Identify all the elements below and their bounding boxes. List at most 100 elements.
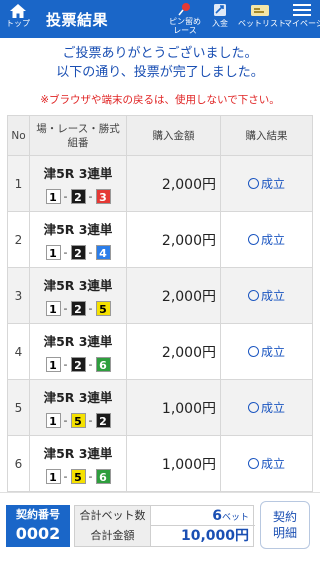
combination: 1-2-3 (45, 188, 111, 204)
bet-list-label: ベットリスト (238, 19, 286, 28)
purchase-result: 成立 (220, 267, 313, 324)
table-row: 4 津5R 3連単 1-2-6 2,000円 成立 (7, 323, 313, 380)
boat-number-badge: 6 (95, 468, 111, 484)
table-row: 1 津5R 3連単 1-2-3 2,000円 成立 (7, 155, 313, 212)
success-circle-icon (247, 458, 259, 469)
boat-number-badge: 1 (45, 300, 61, 316)
bet-result-table: No 場・レース・勝式 組番 購入金額 購入結果 1 津5R 3連単 1-2-3 2,… (7, 115, 313, 492)
home-button[interactable]: トップ (4, 2, 32, 36)
detail-label-2: 明細 (272, 526, 297, 540)
purchase-amount: 2,000円 (126, 155, 221, 212)
row-number: 5 (7, 379, 30, 436)
purchase-amount: 1,000円 (126, 379, 221, 436)
combo-separator: - (63, 301, 68, 315)
total-amount-label: 合計金額 (75, 526, 151, 546)
pin-race-button[interactable]: ピン留め レース (168, 2, 202, 38)
complete-message: 以下の通り、投票が完了しました。 (56, 65, 264, 80)
success-circle-icon (247, 234, 259, 245)
success-circle-icon (247, 178, 259, 189)
purchase-result: 成立 (220, 155, 313, 212)
purchase-amount: 1,000円 (126, 435, 221, 492)
bet-cell: 津5R 3連単 1-2-4 (29, 211, 127, 268)
boat-number-badge: 2 (95, 412, 111, 428)
combo-separator: - (63, 357, 68, 371)
pin-label-1: ピン留め (169, 17, 201, 26)
boat-number-badge: 3 (95, 188, 111, 204)
col-result: 購入結果 (220, 115, 313, 156)
boat-number-badge: 2 (70, 244, 86, 260)
boat-number-badge: 5 (95, 300, 111, 316)
warning-message: ※ブラウザや端末の戻るは、使用しないで下さい。 (40, 94, 280, 106)
boat-number-badge: 2 (70, 356, 86, 372)
bet-cell: 津5R 3連単 1-5-2 (29, 379, 127, 436)
race-name: 津5R 3連単 (43, 165, 113, 181)
home-icon (10, 4, 26, 18)
combo-separator: - (63, 413, 68, 427)
result-text: 成立 (260, 345, 285, 359)
combination: 1-2-5 (45, 300, 111, 316)
bet-list-button[interactable]: ベットリスト (238, 2, 286, 38)
race-name: 津5R 3連単 (43, 333, 113, 349)
combo-separator: - (88, 245, 93, 259)
table-row: 6 津5R 3連単 1-5-6 1,000円 成立 (7, 435, 313, 492)
combo-separator: - (88, 189, 93, 203)
boat-number-badge: 5 (70, 468, 86, 484)
page-title: 投票結果 (46, 11, 109, 29)
row-number: 3 (7, 267, 30, 324)
table-body: 1 津5R 3連単 1-2-3 2,000円 成立 2 津5R 3連単 1-2-4 2,000円… (7, 155, 313, 492)
combination: 1-2-6 (45, 356, 111, 372)
purchase-result: 成立 (220, 211, 313, 268)
combo-separator: - (63, 189, 68, 203)
result-text: 成立 (260, 177, 285, 191)
boat-number-badge: 1 (45, 356, 61, 372)
row-number: 4 (7, 323, 30, 380)
total-amount-value: 10,000円 (180, 528, 249, 544)
menu-icon (293, 4, 311, 16)
bet-cell: 津5R 3連単 1-2-5 (29, 267, 127, 324)
combo-separator: - (88, 413, 93, 427)
summary-box: 合計ベット数 6ベット 合計金額 10,000円 (74, 505, 255, 547)
boat-number-badge: 1 (45, 412, 61, 428)
bet-cell: 津5R 3連単 1-2-6 (29, 323, 127, 380)
contract-detail-button[interactable]: 契約 明細 (260, 501, 310, 549)
mypage-button[interactable]: マイページ (284, 2, 320, 38)
combo-separator: - (63, 469, 68, 483)
combo-separator: - (88, 301, 93, 315)
purchase-amount: 2,000円 (126, 211, 221, 268)
table-header-row: No 場・レース・勝式 組番 購入金額 購入結果 (7, 115, 313, 156)
row-number: 6 (7, 435, 30, 492)
table-row: 5 津5R 3連単 1-5-2 1,000円 成立 (7, 379, 313, 436)
boat-number-badge: 1 (45, 188, 61, 204)
table-row: 2 津5R 3連単 1-2-4 2,000円 成立 (7, 211, 313, 268)
total-bets-value: 6ベット (212, 506, 249, 526)
boat-number-badge: 1 (45, 244, 61, 260)
success-circle-icon (247, 290, 259, 301)
total-bets-count: 6 (212, 508, 222, 524)
ticket-icon (251, 5, 269, 16)
col-no: No (7, 115, 30, 156)
race-name: 津5R 3連単 (43, 221, 113, 237)
total-bets-unit: ベット (221, 513, 249, 523)
contract-label: 契約番号 (16, 508, 60, 521)
boat-number-badge: 2 (70, 300, 86, 316)
result-text: 成立 (260, 289, 285, 303)
home-label: トップ (6, 19, 30, 28)
pin-label-2: レース (173, 26, 197, 35)
col-combo-label: 組番 (67, 136, 89, 149)
combination: 1-5-2 (45, 412, 111, 428)
boat-number-badge: 4 (95, 244, 111, 260)
purchase-result: 成立 (220, 435, 313, 492)
boat-number-badge: 1 (45, 468, 61, 484)
success-circle-icon (247, 402, 259, 413)
summary-footer: 契約番号 0002 合計ベット数 6ベット 合計金額 10,000円 契約 明細 (0, 492, 320, 571)
boat-number-badge: 6 (95, 356, 111, 372)
deposit-button[interactable]: 入金 (208, 2, 232, 38)
race-name: 津5R 3連単 (43, 445, 113, 461)
deposit-label: 入金 (212, 19, 228, 28)
result-text: 成立 (260, 233, 285, 247)
total-amount-row: 合計金額 10,000円 (75, 526, 255, 546)
thanks-message: ご投票ありがとうございました。 (62, 46, 258, 61)
purchase-amount: 2,000円 (126, 323, 221, 380)
col-race: 場・レース・勝式 組番 (29, 115, 127, 156)
table-row: 3 津5R 3連単 1-2-5 2,000円 成立 (7, 267, 313, 324)
